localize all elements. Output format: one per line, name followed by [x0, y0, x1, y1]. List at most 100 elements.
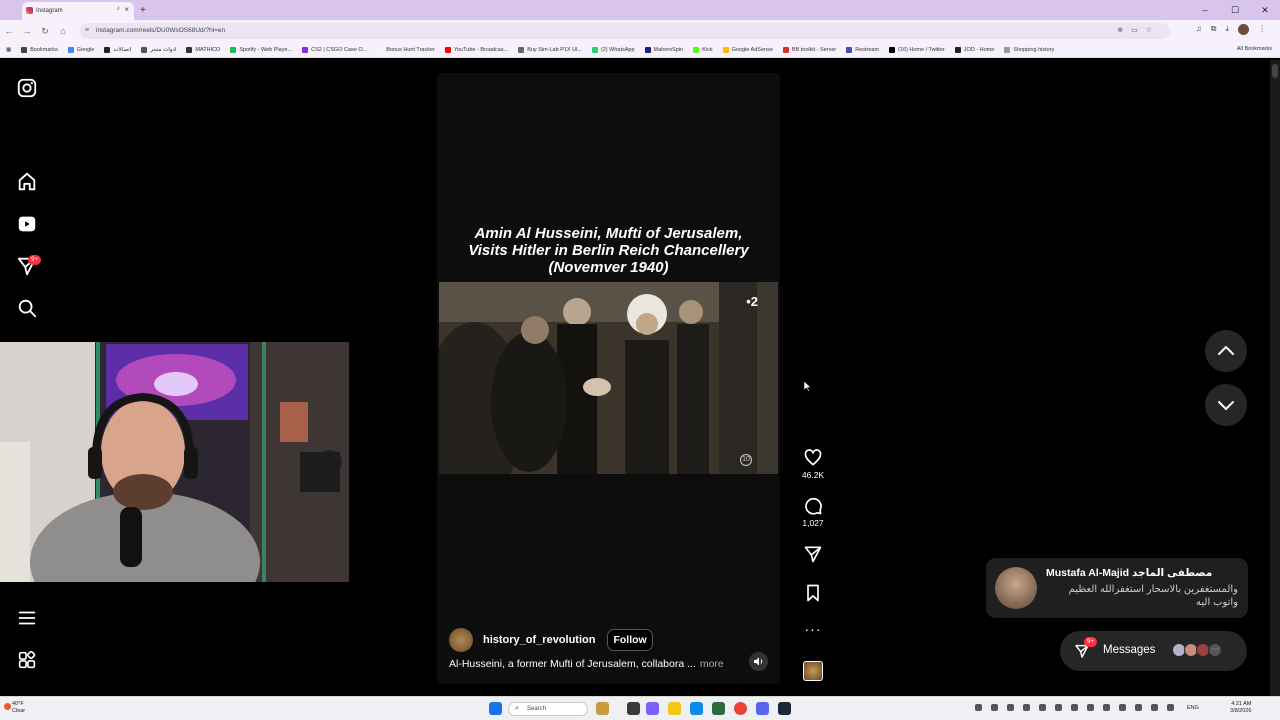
tray-icon[interactable]: [975, 704, 982, 711]
page-scrollbar[interactable]: [1270, 60, 1280, 696]
file-explorer-icon[interactable]: [668, 702, 681, 715]
tray-icon[interactable]: [991, 704, 998, 711]
also-from-meta-icon[interactable]: [16, 649, 38, 671]
instagram-logo-icon[interactable]: [16, 77, 38, 99]
bookmark-icon[interactable]: [803, 583, 823, 603]
bookmark-star-icon[interactable]: ☆: [1146, 27, 1160, 34]
copilot-icon[interactable]: [646, 702, 659, 715]
previous-reel-button[interactable]: [1205, 330, 1247, 372]
audio-thumbnail-image: [803, 661, 823, 681]
tray-icon[interactable]: [1119, 704, 1126, 711]
media-icon[interactable]: ♫: [1196, 24, 1202, 35]
profile-avatar[interactable]: [1238, 24, 1249, 35]
app-icon[interactable]: [712, 702, 725, 715]
search-icon[interactable]: [16, 297, 38, 319]
next-reel-button[interactable]: [1205, 384, 1247, 426]
bookmark-item[interactable]: اتصالات: [104, 46, 131, 53]
reload-button[interactable]: ↻: [36, 26, 54, 37]
share-action[interactable]: [798, 544, 828, 564]
more-options-icon[interactable]: ···: [798, 621, 828, 637]
tray-icon[interactable]: [1007, 704, 1014, 711]
zoom-icon[interactable]: ⊕: [1117, 27, 1131, 34]
bookmark-item[interactable]: ادوات متجر: [141, 46, 176, 53]
bookmark-item[interactable]: Shopping history: [1004, 46, 1054, 53]
follow-button[interactable]: Follow: [607, 629, 653, 651]
site-info-icon[interactable]: ≡: [85, 23, 89, 39]
steam-icon[interactable]: [778, 702, 791, 715]
bookmark-item[interactable]: Spotify - Web Playe...: [230, 46, 292, 53]
widget-icon[interactable]: [596, 702, 609, 715]
audio-thumbnail[interactable]: [798, 661, 828, 681]
download-icon[interactable]: ⤓: [1225, 24, 1229, 35]
new-tab-button[interactable]: +: [140, 5, 146, 16]
like-action[interactable]: 46.2K: [798, 448, 828, 480]
reels-icon[interactable]: [16, 213, 38, 235]
comment-action[interactable]: 1,027: [798, 496, 828, 528]
more-menu-icon[interactable]: [16, 607, 38, 629]
tray-icon[interactable]: [1135, 704, 1142, 711]
discord-icon[interactable]: [756, 702, 769, 715]
forward-button[interactable]: →: [18, 26, 36, 36]
extensions-icon[interactable]: ⧉: [1211, 24, 1217, 35]
home-icon[interactable]: [16, 171, 38, 193]
bookmark-item[interactable]: BB toolkit - Server: [782, 46, 836, 53]
back-button[interactable]: ←: [0, 26, 18, 36]
share-icon[interactable]: [803, 544, 823, 564]
bookmark-item[interactable]: CS2 | CSGO Case O...: [302, 46, 367, 53]
message-notification[interactable]: Mustafa Al-Majid مصطفى الماجد والمستغفري…: [986, 558, 1248, 618]
heart-icon[interactable]: [803, 448, 823, 468]
start-button-icon[interactable]: [489, 702, 502, 715]
tray-icon[interactable]: [1087, 704, 1094, 711]
bookmark-item[interactable]: YouTube - Broadcas...: [444, 46, 508, 53]
bookmark-item[interactable]: Bookmarks: [21, 46, 58, 53]
bookmark-item[interactable]: Google AdSense: [722, 46, 773, 53]
url-bar[interactable]: ≡ instagram.com/reels/DU0WsOS68Ud/?hl=en…: [80, 23, 1170, 39]
messages-pill[interactable]: 9+ Messages ···: [1060, 631, 1247, 671]
weather-widget[interactable]: 40°F Clear: [4, 701, 25, 715]
taskbar-clock[interactable]: 4:21 AM 3/8/2026: [1230, 701, 1251, 715]
bookmark-item[interactable]: JOD - Home: [954, 46, 994, 53]
bookmark-item[interactable]: MATHICO: [186, 46, 220, 53]
edge-icon[interactable]: [690, 702, 703, 715]
save-action[interactable]: [798, 583, 828, 603]
tab-instagram[interactable]: Instagram ♪ ×: [22, 2, 134, 20]
scrollbar-thumb[interactable]: [1272, 64, 1278, 78]
apps-icon[interactable]: ▦: [6, 47, 11, 53]
bookmark-item[interactable]: MaheroSpin: [644, 46, 683, 53]
tray-icon[interactable]: [1103, 704, 1110, 711]
tray-icon[interactable]: [1167, 704, 1174, 711]
caption-more-link[interactable]: more: [700, 658, 724, 670]
language-indicator[interactable]: ENG: [1187, 705, 1199, 711]
bookmark-item[interactable]: Bonus Hunt Tracker: [377, 46, 435, 53]
bookmark-item[interactable]: Kick: [693, 46, 713, 53]
tray-icon[interactable]: [1071, 704, 1078, 711]
maximize-button[interactable]: ☐: [1220, 0, 1250, 20]
bookmark-item[interactable]: Buy Sim-Lab P1X Ul...: [518, 46, 582, 53]
taskbar-search[interactable]: ⌕ Search: [508, 702, 588, 716]
close-window-button[interactable]: ✕: [1250, 0, 1280, 20]
tray-icon[interactable]: [1023, 704, 1030, 711]
author-avatar[interactable]: [449, 628, 473, 652]
author-username[interactable]: history_of_revolution: [483, 634, 595, 646]
install-icon[interactable]: ▭: [1131, 27, 1146, 34]
task-view-icon[interactable]: [627, 702, 640, 715]
home-button[interactable]: ⌂: [54, 26, 72, 36]
tab-close-icon[interactable]: ×: [124, 5, 129, 14]
tray-icon[interactable]: [1039, 704, 1046, 711]
browser-menu-icon[interactable]: ⋮: [1258, 24, 1266, 35]
minimize-button[interactable]: –: [1190, 0, 1220, 20]
bookmark-item[interactable]: Google: [67, 46, 94, 53]
all-bookmarks[interactable]: All Bookmarks: [1237, 46, 1272, 52]
tray-icon[interactable]: [1055, 704, 1062, 711]
reel-video[interactable]: Amin Al Husseini, Mufti of Jerusalem, Vi…: [437, 73, 780, 684]
bookmark-item[interactable]: Restream: [846, 46, 879, 53]
comment-icon[interactable]: [803, 496, 823, 516]
tray-icon[interactable]: [1151, 704, 1158, 711]
speaker-icon[interactable]: ♪: [117, 5, 121, 12]
reel-title-line: Visits Hitler in Berlin Reich Chanceller…: [468, 242, 749, 259]
caption-text: Al-Husseini, a former Mufti of Jerusalem…: [449, 658, 696, 670]
bookmark-item[interactable]: (16) Home / Twitter: [889, 46, 945, 53]
chrome-icon[interactable]: [734, 702, 747, 715]
bookmark-item[interactable]: (2) WhatsApp: [591, 46, 635, 53]
mute-toggle-icon[interactable]: [749, 652, 768, 671]
